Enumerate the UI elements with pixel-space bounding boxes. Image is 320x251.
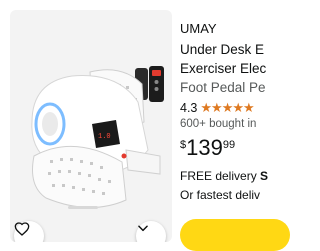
side-pedal: [125, 149, 161, 175]
product-title-line[interactable]: Exerciser Elec: [180, 61, 266, 76]
wheel-hub: [42, 112, 58, 136]
display-readout: 1.0: [98, 133, 111, 141]
rating-row[interactable]: 4.3 ★★★★★: [180, 100, 255, 116]
star-rating-icon: ★★★★★: [200, 100, 254, 115]
brand-name: UMAY: [180, 21, 217, 36]
delivery-date: S: [260, 169, 269, 183]
base-shadow: [68, 206, 98, 209]
add-to-cart-button[interactable]: [180, 219, 290, 251]
remote-button: [154, 87, 159, 91]
chevron-down-icon: [138, 225, 148, 232]
price-fraction: 99: [222, 139, 236, 151]
under-desk-elliptical-illustration: 1.0: [31, 66, 164, 209]
red-indicator: [121, 153, 127, 159]
delivery-prefix: FREE delivery: [180, 169, 257, 183]
remote-screen: [152, 70, 161, 76]
delivery-info: FREE delivery S: [180, 169, 268, 183]
price-whole: 139: [186, 135, 223, 160]
remote-button: [154, 80, 159, 84]
product-image[interactable]: 1.0: [10, 10, 172, 242]
fastest-delivery: Or fastest deliv: [180, 188, 261, 202]
bought-count: 600+ bought in: [180, 118, 257, 130]
product-title-line[interactable]: Foot Pedal Pe: [180, 80, 266, 95]
product-title-line[interactable]: Under Desk E: [180, 42, 264, 57]
price: $ 139 99: [180, 136, 235, 160]
heart-icon: [14, 222, 30, 236]
product-details: UMAY Under Desk E Exerciser Elec Foot Pe…: [180, 0, 290, 251]
rating-value: 4.3: [180, 101, 198, 115]
